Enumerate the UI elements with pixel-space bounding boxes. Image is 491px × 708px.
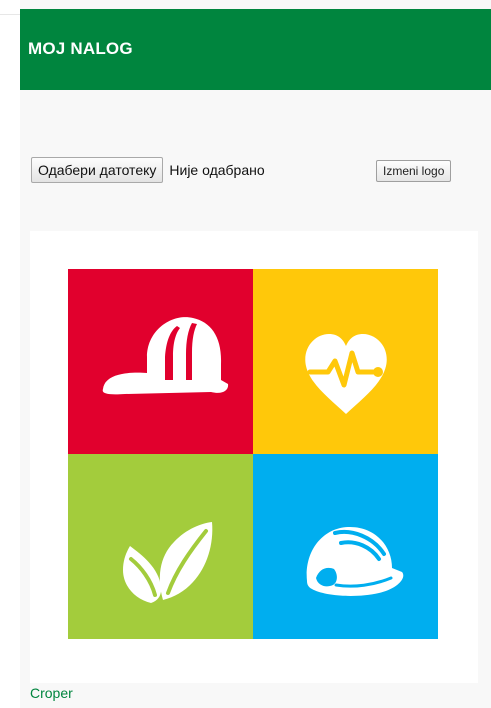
choose-file-button[interactable]: Одабери датотеку — [31, 157, 164, 183]
edit-logo-button[interactable]: Izmeni logo — [376, 160, 452, 182]
gutter-divider — [0, 14, 20, 15]
page-title: MOJ NALOG — [28, 39, 133, 58]
hard-hat-icon — [306, 526, 403, 596]
leaves-icon — [122, 521, 212, 603]
logo-image — [68, 269, 438, 639]
logo-preview-panel — [30, 231, 478, 683]
heart-pulse-icon — [304, 333, 387, 414]
page-header: MOJ NALOG — [20, 9, 491, 90]
file-upload-row: Одабери датотеку Није одабрано — [31, 157, 265, 183]
logo-tile-yellow — [253, 269, 438, 454]
croper-link[interactable]: Croper — [30, 685, 73, 701]
file-status-text: Није одабрано — [169, 162, 265, 178]
firefighter-helmet-icon — [102, 316, 228, 394]
logo-tile-blue — [253, 454, 438, 639]
logo-tile-red — [68, 269, 253, 454]
logo-tile-green — [68, 454, 253, 639]
